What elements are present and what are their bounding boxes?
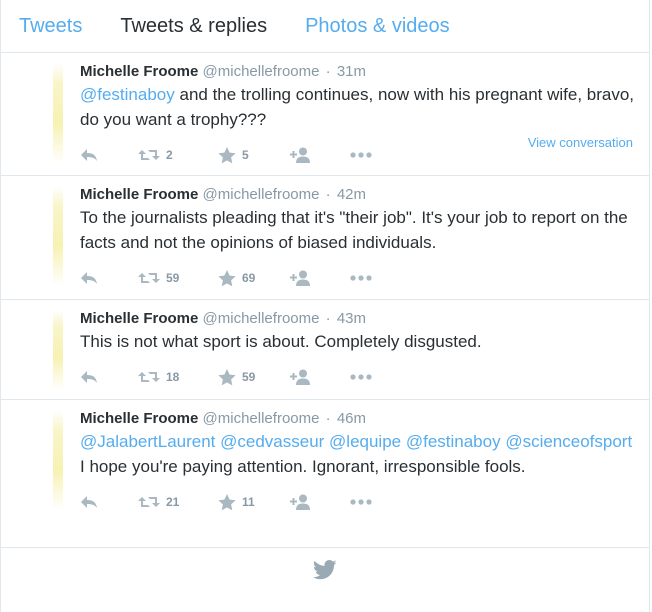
follow-icon xyxy=(290,270,310,286)
retweet-count: 59 xyxy=(166,271,180,285)
tweet-header: Michelle Froome @michellefroome · 46m xyxy=(80,409,635,428)
retweet-count: 2 xyxy=(166,148,173,162)
tab-tweets[interactable]: Tweets xyxy=(1,0,101,52)
reply-icon xyxy=(81,371,97,383)
author-handle[interactable]: @michellefroome xyxy=(203,63,320,80)
timestamp[interactable]: 46m xyxy=(337,410,366,427)
timestamp[interactable]: 43m xyxy=(337,310,366,327)
favorite-button[interactable]: 59 xyxy=(218,368,290,386)
more-icon xyxy=(350,275,372,281)
tweet-text: To the journalists pleading that it's "t… xyxy=(80,208,628,252)
separator: · xyxy=(325,63,331,80)
more-icon xyxy=(350,499,372,505)
star-icon xyxy=(218,146,236,163)
more-button[interactable] xyxy=(350,275,390,281)
follow-button[interactable] xyxy=(290,369,350,385)
reply-icon xyxy=(81,272,97,284)
tweet[interactable]: Michelle Froome @michellefroome · 43m Th… xyxy=(1,300,649,400)
favorite-count: 11 xyxy=(242,495,255,509)
tweet-text: @JalabertLaurent @cedvasseur @lequipe @f… xyxy=(80,429,635,479)
reply-button[interactable] xyxy=(80,148,138,162)
retweet-icon xyxy=(138,372,160,382)
retweet-button[interactable]: 18 xyxy=(138,370,218,384)
author-name[interactable]: Michelle Froome xyxy=(80,63,198,80)
retweet-button[interactable]: 2 xyxy=(138,148,218,162)
more-button[interactable] xyxy=(350,374,390,380)
retweet-icon xyxy=(138,150,160,160)
star-icon xyxy=(218,269,236,286)
author-name[interactable]: Michelle Froome xyxy=(80,186,198,203)
follow-button[interactable] xyxy=(290,147,350,163)
favorite-count: 5 xyxy=(242,148,249,162)
profile-tabs: Tweets Tweets & replies Photos & videos xyxy=(1,0,649,53)
reply-icon xyxy=(81,496,97,508)
author-name[interactable]: Michelle Froome xyxy=(80,310,198,327)
retweet-button[interactable]: 21 xyxy=(138,495,218,509)
tweet-text: This is not what sport is about. Complet… xyxy=(80,332,482,351)
separator: · xyxy=(325,310,331,327)
follow-icon xyxy=(290,494,310,510)
tweet-actions: 21 11 xyxy=(80,479,635,525)
retweet-button[interactable]: 59 xyxy=(138,271,218,285)
favorite-count: 59 xyxy=(242,370,256,384)
reply-icon xyxy=(81,149,97,161)
author-handle[interactable]: @michellefroome xyxy=(203,186,320,203)
avatar[interactable] xyxy=(53,310,63,410)
tweet[interactable]: Michelle Froome @michellefroome · 31m @f… xyxy=(1,53,649,176)
follow-icon xyxy=(290,369,310,385)
retweet-count: 21 xyxy=(166,495,180,509)
retweet-icon xyxy=(138,273,160,283)
follow-button[interactable] xyxy=(290,270,350,286)
author-handle[interactable]: @michellefroome xyxy=(203,410,320,427)
timestamp[interactable]: 42m xyxy=(337,186,366,203)
more-button[interactable] xyxy=(350,152,390,158)
retweet-icon xyxy=(138,497,160,507)
tweet[interactable]: Michelle Froome @michellefroome · 46m @J… xyxy=(1,400,649,548)
reply-button[interactable] xyxy=(80,271,138,285)
tweet-body: I hope you're paying attention. Ignorant… xyxy=(80,457,526,476)
star-icon xyxy=(218,368,236,385)
more-button[interactable] xyxy=(350,499,390,505)
tweet-actions: 18 59 xyxy=(80,354,635,400)
author-name[interactable]: Michelle Froome xyxy=(80,410,198,427)
separator: · xyxy=(325,186,331,203)
tweet-header: Michelle Froome @michellefroome · 31m xyxy=(80,62,635,81)
twitter-bird-icon xyxy=(312,560,337,580)
more-icon xyxy=(350,152,372,158)
tweet-header: Michelle Froome @michellefroome · 43m xyxy=(80,309,635,328)
author-handle[interactable]: @michellefroome xyxy=(203,310,320,327)
mention-link[interactable]: @festinaboy xyxy=(80,85,175,104)
favorite-button[interactable]: 69 xyxy=(218,269,290,287)
avatar[interactable] xyxy=(53,186,63,286)
favorite-count: 69 xyxy=(242,271,256,285)
follow-button[interactable] xyxy=(290,494,350,510)
timeline-footer xyxy=(1,560,649,585)
mention-links[interactable]: @JalabertLaurent @cedvasseur @lequipe @f… xyxy=(80,432,632,451)
tab-tweets-and-replies[interactable]: Tweets & replies xyxy=(101,0,286,52)
avatar[interactable] xyxy=(53,410,63,510)
reply-button[interactable] xyxy=(80,370,138,384)
tweet-header: Michelle Froome @michellefroome · 42m xyxy=(80,185,635,204)
separator: · xyxy=(325,410,331,427)
favorite-button[interactable]: 5 xyxy=(218,146,290,164)
more-icon xyxy=(350,374,372,380)
tweet-actions: 59 69 xyxy=(80,255,635,301)
favorite-button[interactable]: 11 xyxy=(218,493,290,511)
tweet-text: @festinaboy and the trolling continues, … xyxy=(80,82,635,132)
view-conversation-link[interactable]: View conversation xyxy=(528,135,633,150)
tweet[interactable]: Michelle Froome @michellefroome · 42m To… xyxy=(1,176,649,300)
follow-icon xyxy=(290,147,310,163)
star-icon xyxy=(218,493,236,510)
timestamp[interactable]: 31m xyxy=(337,63,366,80)
avatar[interactable] xyxy=(53,63,63,163)
retweet-count: 18 xyxy=(166,370,180,384)
timeline-frame: Tweets Tweets & replies Photos & videos … xyxy=(0,0,650,612)
reply-button[interactable] xyxy=(80,495,138,509)
tab-photos-and-videos[interactable]: Photos & videos xyxy=(286,0,469,52)
